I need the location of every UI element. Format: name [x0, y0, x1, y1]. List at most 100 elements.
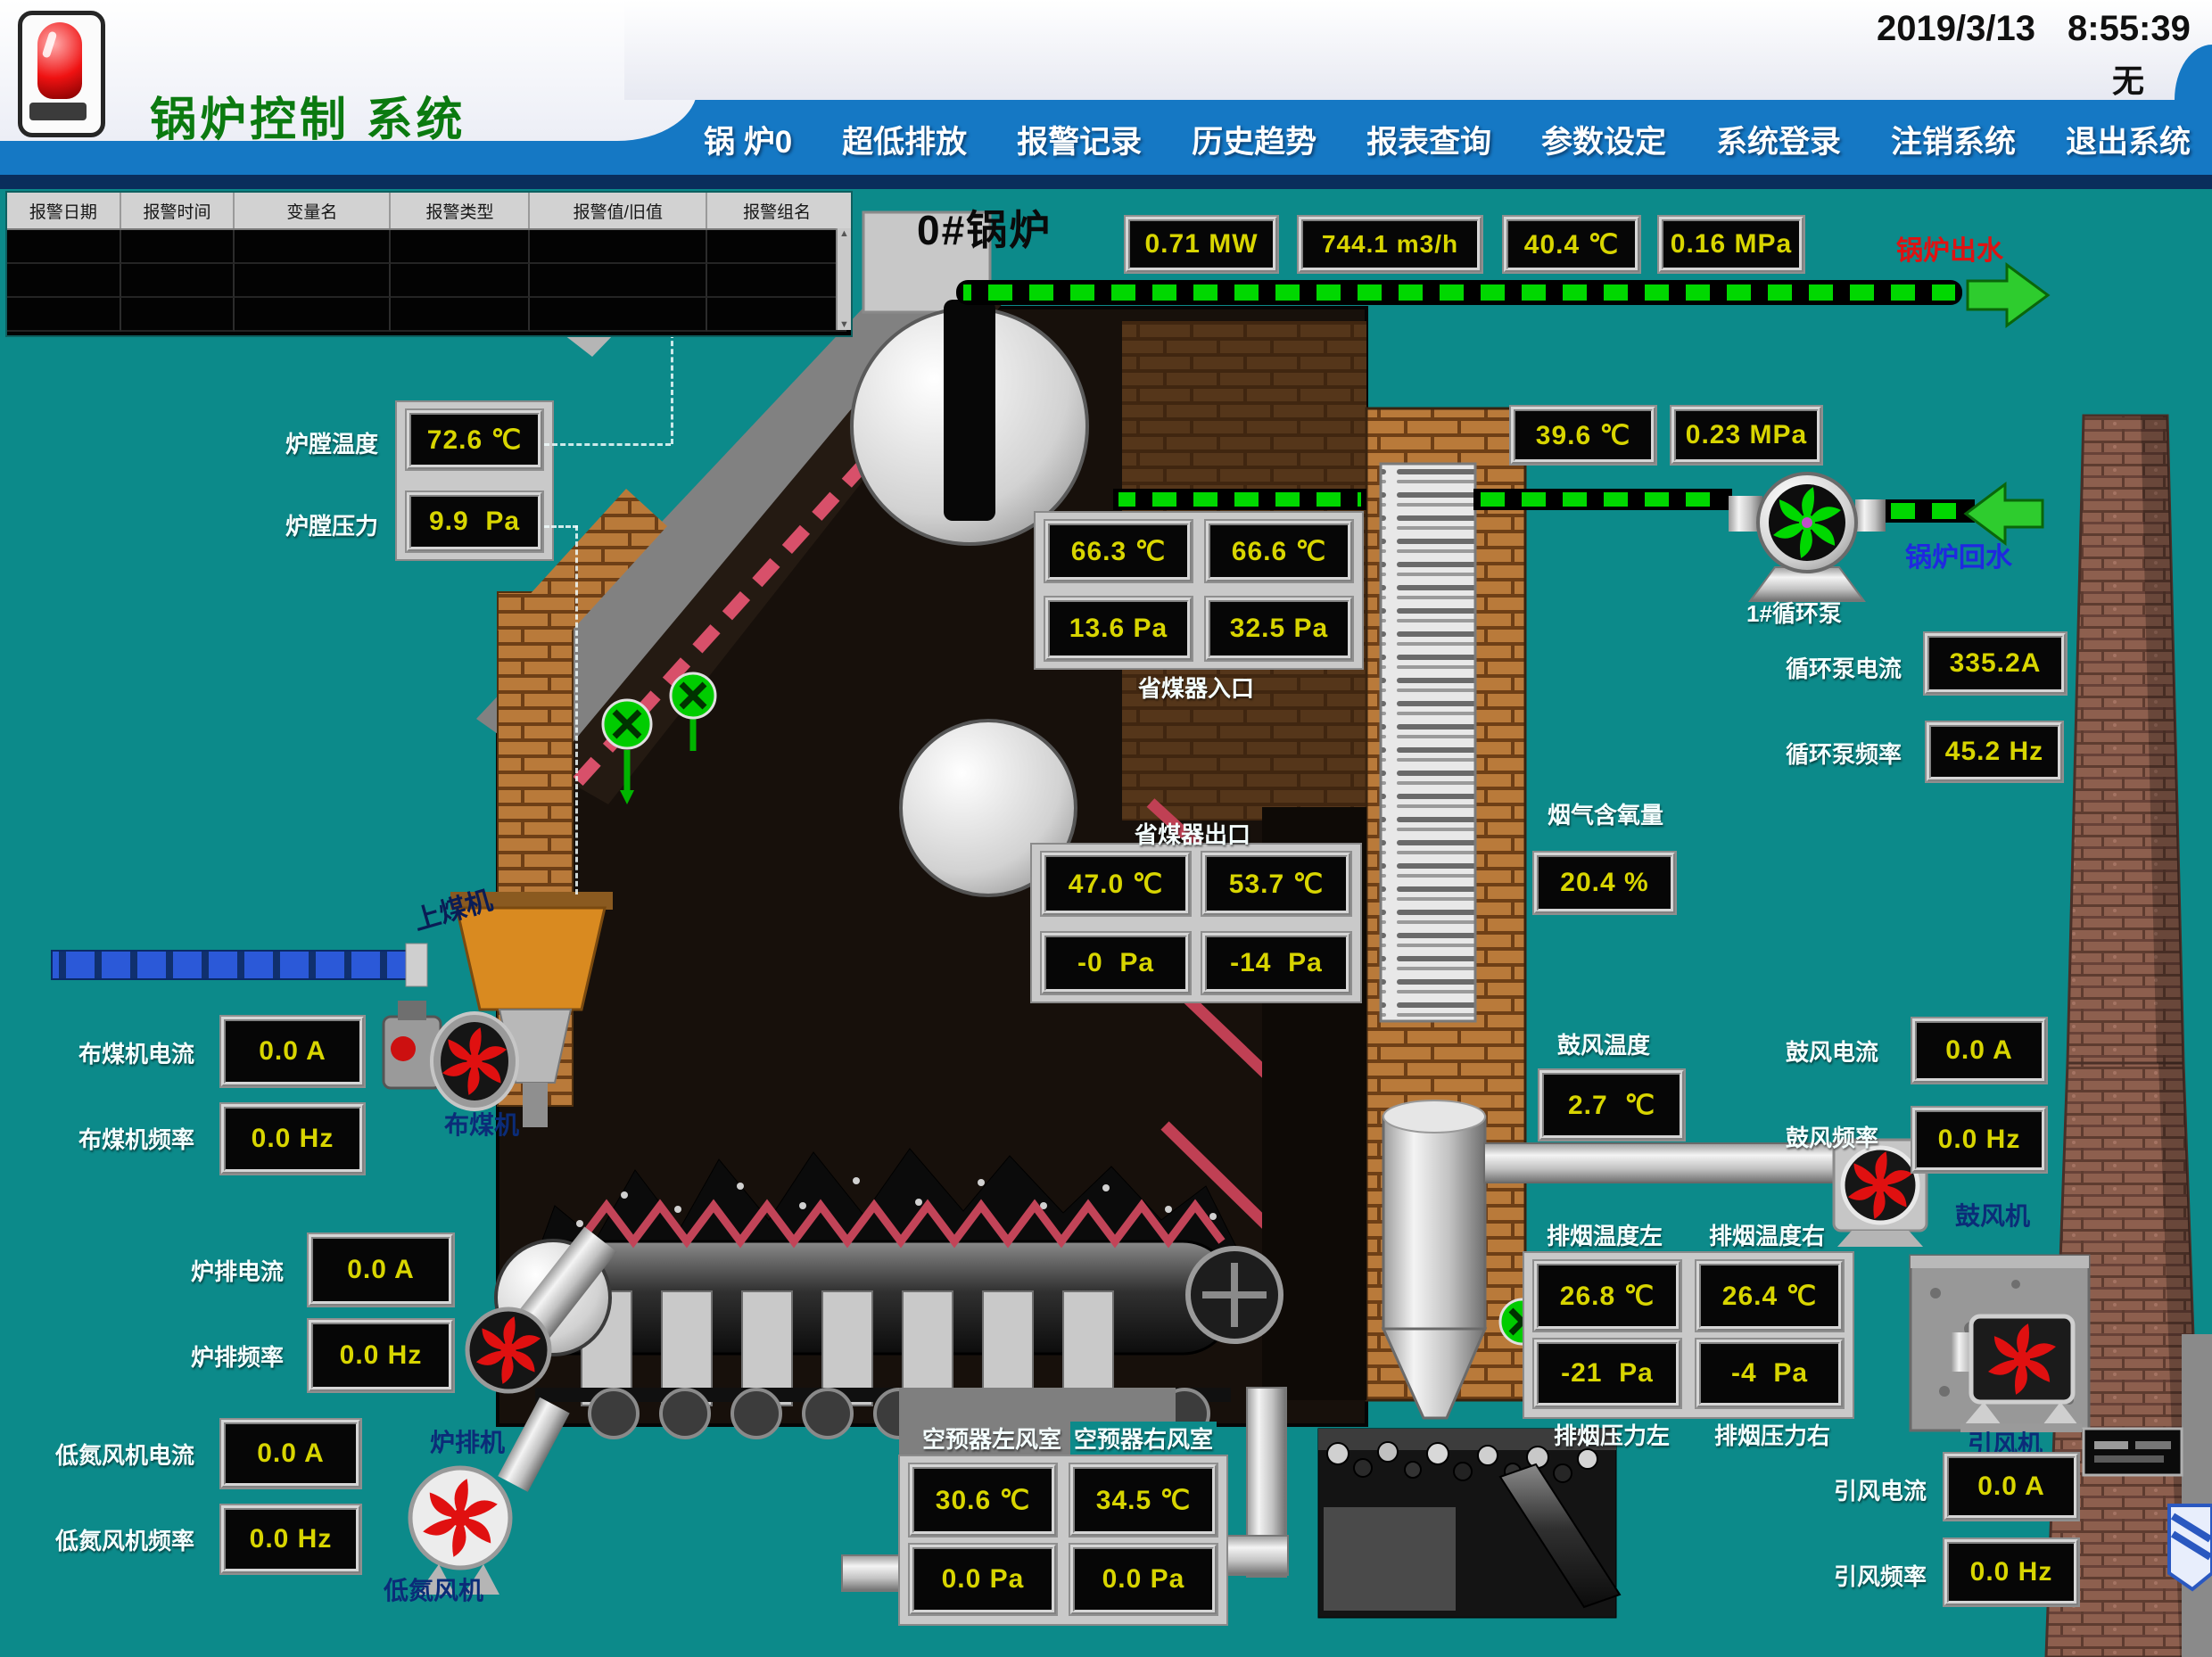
furnace-press-value: 9.9 Pa [407, 492, 542, 551]
induced-freq-label: 引风频率 [1834, 1559, 1927, 1592]
boiler-power-value: 0.71 MW [1126, 217, 1277, 272]
preheater-press-right-value: 0.0 Pa [1070, 1545, 1217, 1614]
alarm-cell [707, 230, 846, 264]
scroll-up-icon[interactable]: ▲ [839, 228, 849, 239]
induced-freq-value: 0.0 Hz [1944, 1539, 2078, 1605]
guide-line [544, 525, 578, 528]
alarm-cell [707, 264, 846, 298]
menu-item-boiler0[interactable]: 锅 炉0 [704, 117, 792, 162]
alarm-cell [121, 298, 235, 332]
pump-current-label: 循环泵电流 [1786, 651, 1902, 684]
slag-conveyor [1318, 1429, 1620, 1618]
feeder-freq-label: 布煤机频率 [78, 1122, 194, 1155]
pump-current-value: 335.2A [1925, 633, 2066, 694]
induced-current-label: 引风电流 [1834, 1473, 1927, 1506]
weather-text: 无 [2112, 55, 2144, 102]
flue-temp-right-label: 排烟温度右 [1709, 1218, 1825, 1251]
alarm-table-header: 报警日期 报警时间 变量名 报警类型 报警值/旧值 报警组名 [7, 193, 851, 230]
preheater-temp-right-value: 34.5 ℃ [1070, 1464, 1217, 1536]
induced-current-value: 0.0 A [1944, 1454, 2078, 1520]
side-pillar [2182, 1334, 2212, 1657]
flue-press-right-label: 排烟压力右 [1714, 1418, 1830, 1451]
menu-item-emission[interactable]: 超低排放 [842, 117, 967, 162]
time-text: 8:55:39 [2068, 9, 2191, 49]
alarm-col-value: 报警值/旧值 [530, 193, 707, 228]
preheater-press-left-value: 0.0 Pa [910, 1545, 1056, 1614]
eco-inlet-press-left: 13.6 Pa [1045, 598, 1192, 660]
menu-item-report-query[interactable]: 报表查询 [1366, 117, 1491, 162]
eco-outlet-temp-left: 47.0 ℃ [1042, 853, 1190, 915]
boiler-flow-value: 744.1 m3/h [1299, 217, 1482, 272]
eco-outlet-label: 省煤器出口 [1135, 817, 1250, 850]
alarm-scrollbar[interactable]: ▲ ▼ [836, 228, 851, 330]
flue-temp-left-value: 26.8 ℃ [1534, 1261, 1680, 1331]
alarm-cell [530, 230, 707, 264]
eco-outlet-press-left: -0 Pa [1042, 933, 1190, 993]
menu-item-alarm-log[interactable]: 报警记录 [1017, 117, 1142, 162]
return-press-value: 0.23 MPa [1671, 407, 1821, 464]
steam-drum [852, 212, 1087, 544]
return-label: 锅炉回水 [1905, 535, 2012, 574]
coal-feed-pipe [52, 944, 427, 986]
outflow-label: 锅炉出水 [1896, 228, 2003, 268]
menu-item-system-login[interactable]: 系统登录 [1716, 117, 1841, 162]
o2-value: 20.4 % [1534, 853, 1675, 913]
guide-line [544, 443, 671, 446]
alarm-cell [707, 298, 846, 332]
alarm-cell [391, 264, 530, 298]
scroll-down-icon[interactable]: ▼ [839, 319, 849, 330]
alarm-cell [391, 298, 530, 332]
grate-current-label: 炉排电流 [191, 1254, 284, 1287]
furnace-temp-label: 炉膛温度 [285, 426, 378, 459]
pump-freq-label: 循环泵频率 [1786, 737, 1902, 770]
header-navy-strip [0, 175, 2212, 189]
menu-item-history-trend[interactable]: 历史趋势 [1192, 117, 1316, 162]
economizer-coil [1381, 464, 1475, 1021]
page-title: 锅炉控制 系统 [150, 82, 466, 149]
alarm-col-group: 报警组名 [707, 193, 846, 228]
guide-line [575, 525, 578, 894]
menu-item-exit[interactable]: 退出系统 [2066, 117, 2191, 162]
alarm-cell [121, 264, 235, 298]
supply-temp-value: 40.4 ℃ [1504, 217, 1639, 272]
outflow-arrow-icon [1968, 265, 2048, 326]
grate-current-value: 0.0 A [309, 1234, 453, 1306]
menu-bar: 锅 炉0 超低排放 报警记录 历史趋势 报表查询 参数设定 系统登录 注销系统 … [691, 103, 2203, 175]
flue-press-left-label: 排烟压力左 [1554, 1418, 1670, 1451]
flue-temp-left-label: 排烟温度左 [1547, 1218, 1663, 1251]
flue-press-right-value: -4 Pa [1696, 1340, 1843, 1407]
boiler-name: 0#锅炉 [917, 198, 1052, 257]
blast-temp-label: 鼓风温度 [1557, 1027, 1650, 1060]
preheater-right-label: 空预器右风室 [1070, 1422, 1217, 1455]
grate-freq-label: 炉排频率 [191, 1340, 284, 1373]
lownox-freq-value: 0.0 Hz [221, 1505, 360, 1573]
alarm-table-body[interactable] [7, 230, 851, 332]
menu-item-logout[interactable]: 注销系统 [1891, 117, 2016, 162]
blast-freq-value: 0.0 Hz [1912, 1108, 2046, 1172]
menu-item-parameter-setting[interactable]: 参数设定 [1541, 117, 1666, 162]
alarm-cell [235, 264, 391, 298]
eco-outlet-press-right: -14 Pa [1202, 933, 1350, 993]
blast-temp-value: 2.7 ℃ [1539, 1070, 1684, 1140]
o2-label: 烟气含氧量 [1548, 797, 1663, 830]
lownox-current-value: 0.0 A [221, 1420, 360, 1488]
alarm-col-date: 报警日期 [7, 193, 121, 228]
lownox-freq-label: 低氮风机频率 [55, 1523, 194, 1556]
alarm-cell [7, 230, 121, 264]
pump-freq-value: 45.2 Hz [1927, 722, 2062, 781]
header: 锅炉控制 系统 2019/3/13 8:55:39 无 锅 炉0 超低排放 报警… [0, 0, 2212, 189]
furnace-press-label: 炉膛压力 [285, 508, 378, 541]
feeder-machine-label: 布煤机 [444, 1106, 519, 1142]
eco-inlet-temp-right: 66.6 ℃ [1206, 521, 1352, 581]
feeder-fan-icon [432, 1013, 517, 1109]
grate-machine-label: 炉排机 [430, 1423, 505, 1459]
feeder-freq-value: 0.0 Hz [221, 1104, 364, 1174]
furnace-temp-value: 72.6 ℃ [407, 410, 542, 469]
alarm-col-time: 报警时间 [121, 193, 235, 228]
alarm-table[interactable]: 报警日期 报警时间 变量名 报警类型 报警值/旧值 报警组名 ▲ ▼ [5, 191, 853, 337]
lownox-current-label: 低氮风机电流 [55, 1438, 194, 1471]
lownox-machine-label: 低氮风机 [384, 1571, 483, 1607]
eco-inlet-press-right: 32.5 Pa [1206, 598, 1352, 660]
alarm-cell [235, 230, 391, 264]
alarm-lamp-icon [18, 11, 105, 137]
